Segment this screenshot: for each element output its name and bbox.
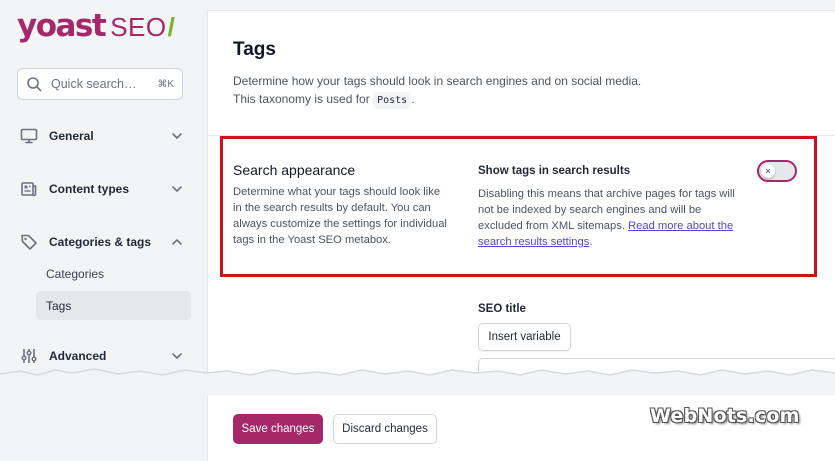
search-icon: [27, 77, 42, 92]
toggle-label: Show tags in search results: [478, 165, 631, 177]
search-shortcut: ⌘K: [157, 78, 174, 90]
sidebar-item-categories-tags[interactable]: Categories & tags: [19, 230, 183, 254]
link-suffix: .: [589, 236, 593, 248]
toggle-description: Disabling this means that archive pages …: [478, 186, 748, 250]
quick-search-input[interactable]: Quick search… ⌘K: [17, 68, 183, 100]
newspaper-icon: [19, 179, 39, 199]
seo-title-label: SEO title: [478, 303, 526, 315]
page-description: Determine how your tags should look in s…: [233, 72, 653, 110]
desktop-icon: [19, 126, 39, 146]
section-title: Search appearance: [233, 162, 356, 178]
page-description-suffix: .: [411, 92, 415, 106]
sidebar-item-label: Categories & tags: [49, 235, 152, 249]
sidebar-item-general[interactable]: General: [19, 124, 183, 148]
watermark-text: WebNots.com: [650, 405, 800, 427]
page-title: Tags: [233, 39, 276, 60]
sidebar-subitem-tags[interactable]: Tags: [36, 291, 191, 320]
chevron-down-icon: [172, 353, 182, 359]
chevron-down-icon: [172, 133, 182, 139]
save-changes-button[interactable]: Save changes: [233, 414, 323, 444]
show-tags-toggle[interactable]: ×: [757, 160, 797, 182]
sidebar-item-label: General: [49, 129, 94, 143]
sidebar-item-label: Content types: [49, 182, 130, 196]
chevron-up-icon: [172, 239, 182, 245]
post-type-code: Posts: [373, 92, 412, 109]
sidebar-subitem-categories[interactable]: Categories: [36, 259, 191, 288]
toggle-knob-x-icon: ×: [761, 164, 775, 178]
insert-variable-button[interactable]: Insert variable: [478, 323, 571, 351]
logo-seo-text: SEO: [110, 12, 167, 42]
search-placeholder: Quick search…: [51, 77, 137, 91]
divider: [208, 135, 835, 136]
sidebar-item-content-types[interactable]: Content types: [19, 177, 183, 201]
page-description-line1: Determine how your tags should look in s…: [233, 74, 642, 88]
logo-slash: /: [167, 12, 175, 42]
yoast-logo[interactable]: yoast SEO /: [17, 8, 175, 48]
discard-changes-button[interactable]: Discard changes: [333, 414, 437, 444]
section-description: Determine what your tags should look lik…: [233, 186, 447, 246]
chevron-down-icon: [172, 186, 182, 192]
logo-yoast-text: yoast: [17, 8, 107, 44]
sidebar-item-label: Advanced: [49, 349, 107, 363]
page-description-prefix: This taxonomy is used for: [233, 92, 370, 106]
tag-icon: [19, 232, 39, 252]
